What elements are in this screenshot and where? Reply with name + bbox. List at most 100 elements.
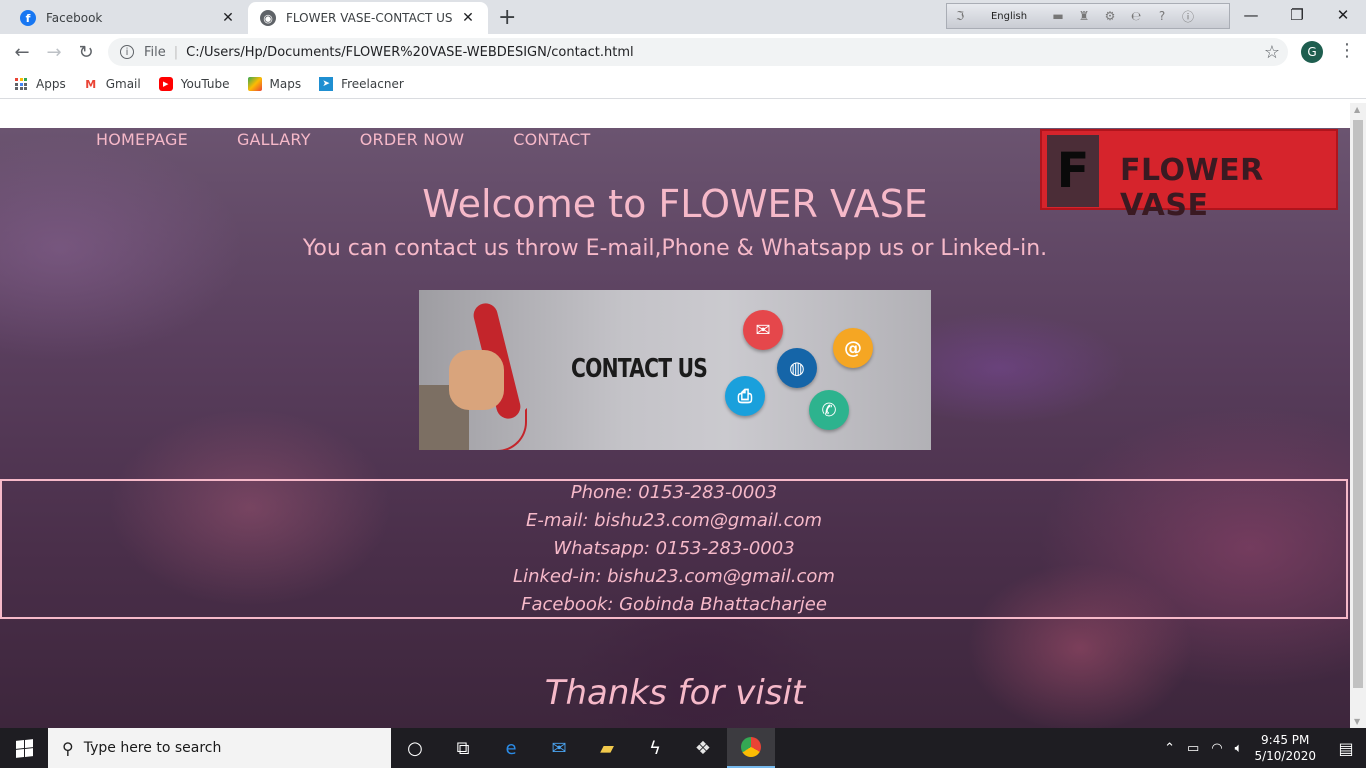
new-tab-button[interactable]: + bbox=[498, 5, 516, 30]
cortana-icon[interactable]: ○ bbox=[391, 728, 439, 768]
thanks-message: Thanks for visit bbox=[544, 673, 806, 713]
settings-icon[interactable]: ⚙ bbox=[1097, 9, 1123, 23]
browser-icon[interactable]: ℮ bbox=[1123, 9, 1149, 23]
hand-shape bbox=[449, 350, 504, 410]
bookmark-freelancer[interactable]: ➤ Freelacner bbox=[319, 77, 404, 91]
bookmark-apps[interactable]: Apps bbox=[14, 77, 66, 91]
address-bar[interactable]: i File | C:/Users/Hp/Documents/FLOWER%20… bbox=[108, 38, 1288, 66]
nav-homepage[interactable]: HOMEPAGE bbox=[96, 130, 188, 149]
bookmarks-bar: Apps M Gmail ▶ YouTube Maps ➤ Freelacner bbox=[0, 70, 1366, 99]
task-view-icon[interactable]: ⧉ bbox=[439, 728, 487, 768]
bookmark-star-icon[interactable]: ☆ bbox=[1264, 42, 1280, 63]
ime-icon[interactable]: ℑ bbox=[947, 9, 973, 23]
nav-gallary[interactable]: GALLARY bbox=[237, 130, 311, 149]
nav-contact[interactable]: CONTACT bbox=[513, 130, 590, 149]
divider: | bbox=[173, 44, 179, 60]
pen-icon[interactable]: ♜ bbox=[1071, 9, 1097, 23]
file-explorer-icon[interactable]: ▰ bbox=[583, 728, 631, 768]
dropbox-icon[interactable]: ❖ bbox=[679, 728, 727, 768]
forward-arrow-icon[interactable]: → bbox=[42, 40, 66, 64]
apps-grid-icon bbox=[14, 77, 28, 91]
search-icon: ⚲ bbox=[62, 738, 74, 758]
page-title: Welcome to FLOWER VASE bbox=[422, 182, 928, 226]
page-scrollbar[interactable]: ▲ ▼ bbox=[1350, 103, 1366, 728]
bookmark-youtube[interactable]: ▶ YouTube bbox=[158, 77, 230, 91]
taskbar: ⚲ Type here to search ○ ⧉ e ✉ ▰ ϟ ❖ ⌃ ▭ … bbox=[0, 728, 1366, 768]
close-window-button[interactable]: ✕ bbox=[1320, 0, 1366, 30]
contact-info-box: Phone: 0153-283-0003 E-mail: bishu23.com… bbox=[0, 479, 1348, 619]
chrome-icon[interactable] bbox=[727, 728, 775, 768]
scroll-up-icon[interactable]: ▲ bbox=[1354, 105, 1360, 114]
close-icon[interactable]: ✕ bbox=[220, 10, 236, 26]
info-icon[interactable]: i bbox=[120, 45, 134, 59]
start-button[interactable] bbox=[0, 728, 48, 768]
bookmark-label: Apps bbox=[36, 77, 66, 91]
clock[interactable]: 9:45 PM 5/10/2020 bbox=[1254, 732, 1316, 764]
tab-strip: f Facebook ✕ ◉ FLOWER VASE-CONTACT US ✕ … bbox=[0, 0, 1366, 34]
windows-icon bbox=[15, 738, 33, 758]
scroll-down-icon[interactable]: ▼ bbox=[1354, 717, 1360, 726]
page-viewport: HOMEPAGE GALLARY ORDER NOW CONTACT F FLO… bbox=[0, 103, 1350, 728]
bookmark-label: Freelacner bbox=[341, 77, 404, 91]
search-placeholder: Type here to search bbox=[83, 740, 222, 756]
bookmark-label: Gmail bbox=[105, 77, 141, 91]
back-arrow-icon[interactable]: ← bbox=[10, 40, 34, 64]
banner-label: CONTACT US bbox=[571, 354, 708, 384]
browser-toolbar: ← → ↻ i File | C:/Users/Hp/Documents/FLO… bbox=[0, 34, 1366, 70]
volume-icon[interactable]: 🔈︎ bbox=[1235, 741, 1243, 756]
site-background: HOMEPAGE GALLARY ORDER NOW CONTACT F FLO… bbox=[0, 128, 1350, 728]
maps-icon bbox=[247, 77, 262, 91]
mail-app-icon[interactable]: ✉ bbox=[535, 728, 583, 768]
bookmark-label: Maps bbox=[269, 77, 302, 91]
keyboard-icon[interactable]: ▬ bbox=[1045, 9, 1071, 23]
freelancer-icon: ➤ bbox=[319, 77, 334, 91]
app-icon[interactable]: ϟ bbox=[631, 728, 679, 768]
facebook-icon: f bbox=[20, 10, 36, 26]
fax-icon: ⎙ bbox=[725, 376, 765, 416]
reload-icon[interactable]: ↻ bbox=[74, 40, 98, 64]
contact-facebook: Facebook: Gobinda Bhattacharjee bbox=[521, 594, 827, 615]
gmail-icon: M bbox=[85, 77, 97, 91]
contact-email: E-mail: bishu23.com@gmail.com bbox=[525, 510, 823, 531]
system-tray: ⌃ ▭ ◠ 🔈︎ 9:45 PM 5/10/2020 ▤ bbox=[1158, 728, 1366, 768]
bookmark-maps[interactable]: Maps bbox=[247, 77, 302, 91]
notification-icon[interactable]: ▤ bbox=[1326, 739, 1366, 758]
clock-date: 5/10/2020 bbox=[1254, 749, 1316, 763]
youtube-icon: ▶ bbox=[158, 77, 173, 91]
globe-icon: ◍ bbox=[777, 348, 817, 388]
tab-contact[interactable]: ◉ FLOWER VASE-CONTACT US ✕ bbox=[248, 2, 488, 34]
scroll-thumb[interactable] bbox=[1353, 120, 1363, 688]
mail-icon: ✉ bbox=[743, 310, 783, 350]
chevron-up-icon[interactable]: ⌃ bbox=[1164, 741, 1175, 756]
contact-banner-image: CONTACT US ✉ @ ◍ ⎙ ✆ bbox=[419, 290, 931, 450]
tab-title: FLOWER VASE-CONTACT US bbox=[286, 11, 453, 25]
language-bar: ℑ English ▬ ♜ ⚙ ℮ ? ⓘ bbox=[946, 3, 1230, 29]
profile-avatar[interactable]: G bbox=[1301, 41, 1323, 63]
battery-icon[interactable]: ▭ bbox=[1187, 741, 1199, 756]
bookmark-gmail[interactable]: M Gmail bbox=[84, 77, 141, 91]
taskbar-search[interactable]: ⚲ Type here to search bbox=[48, 728, 391, 768]
scheme-label: File bbox=[144, 44, 166, 60]
edge-icon[interactable]: e bbox=[487, 728, 535, 768]
tab-facebook[interactable]: f Facebook ✕ bbox=[8, 2, 248, 34]
page-subtitle: You can contact us throw E-mail,Phone & … bbox=[302, 236, 1048, 261]
wifi-icon[interactable]: ◠ bbox=[1211, 741, 1222, 756]
menu-icon[interactable]: ⋮ bbox=[1338, 40, 1356, 61]
clock-time: 9:45 PM bbox=[1261, 733, 1310, 747]
restore-button[interactable]: ❐ bbox=[1274, 0, 1320, 30]
minimize-button[interactable]: — bbox=[1228, 0, 1274, 30]
url-text[interactable]: C:/Users/Hp/Documents/FLOWER%20VASE-WEBD… bbox=[186, 45, 633, 60]
at-icon: @ bbox=[833, 328, 873, 368]
contact-linkedin: Linked-in: bishu23.com@gmail.com bbox=[513, 566, 835, 587]
help-icon[interactable]: ? bbox=[1149, 9, 1175, 23]
bookmark-label: YouTube bbox=[180, 77, 230, 91]
language-selector[interactable]: English bbox=[973, 11, 1045, 22]
tab-title: Facebook bbox=[46, 11, 103, 25]
contact-whatsapp: Whatsapp: 0153-283-0003 bbox=[553, 538, 795, 559]
phone-icon: ✆ bbox=[809, 390, 849, 430]
phone-cord-shape bbox=[479, 408, 527, 450]
nav-order-now[interactable]: ORDER NOW bbox=[360, 130, 465, 149]
close-icon[interactable]: ✕ bbox=[460, 10, 476, 26]
contact-phone: Phone: 0153-283-0003 bbox=[570, 482, 778, 503]
info-icon[interactable]: ⓘ bbox=[1175, 8, 1201, 25]
